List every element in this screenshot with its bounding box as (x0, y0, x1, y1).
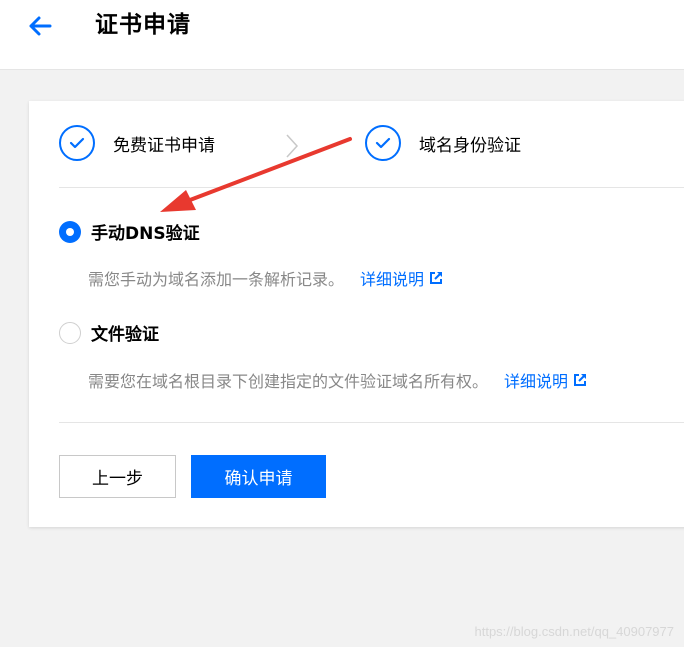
page-title: 证书申请 (95, 12, 191, 38)
option-description: 需您手动为域名添加一条解析记录。 详细说明 (88, 266, 443, 290)
check-icon (375, 137, 391, 149)
radio-manual-dns[interactable] (59, 220, 81, 243)
option-label: 手动DNS验证 (91, 224, 200, 244)
arrow-left-icon (29, 16, 52, 36)
option-manual-dns[interactable]: 手动DNS验证 (59, 219, 200, 244)
verification-card: 免费证书申请 域名身份验证 手动DNS验证 需您手动为域名添加一条解析记录。 详… (29, 101, 684, 527)
back-button[interactable] (24, 10, 56, 42)
step-free-cert-apply: 免费证书申请 (59, 125, 215, 161)
step-done-indicator (365, 125, 401, 161)
top-bar: 证书申请 (0, 0, 684, 70)
option-description: 需要您在域名根目录下创建指定的文件验证域名所有权。 详细说明 (88, 368, 587, 392)
link-text: 详细说明 (504, 372, 569, 391)
steps-bar: 免费证书申请 域名身份验证 (29, 101, 684, 188)
details-link[interactable]: 详细说明 (360, 266, 443, 290)
chevron-right-icon (286, 134, 299, 158)
radio-file-verify[interactable] (59, 321, 81, 344)
description-text: 需您手动为域名添加一条解析记录。 (88, 270, 345, 289)
prev-step-button[interactable]: 上一步 (59, 455, 176, 498)
step-label: 免费证书申请 (113, 135, 215, 156)
step-label: 域名身份验证 (419, 135, 521, 156)
option-file-verify[interactable]: 文件验证 (59, 320, 159, 345)
confirm-apply-button[interactable]: 确认申请 (191, 455, 326, 498)
option-label: 文件验证 (91, 325, 159, 345)
divider (59, 187, 684, 188)
external-link-icon (429, 271, 443, 285)
link-text: 详细说明 (360, 270, 425, 289)
external-link-icon (573, 373, 587, 387)
step-domain-verification: 域名身份验证 (365, 125, 521, 161)
check-icon (69, 137, 85, 149)
step-done-indicator (59, 125, 95, 161)
watermark: https://blog.csdn.net/qq_40907977 (474, 624, 675, 639)
details-link[interactable]: 详细说明 (504, 368, 587, 392)
description-text: 需要您在域名根目录下创建指定的文件验证域名所有权。 (88, 372, 489, 391)
divider (59, 422, 684, 423)
